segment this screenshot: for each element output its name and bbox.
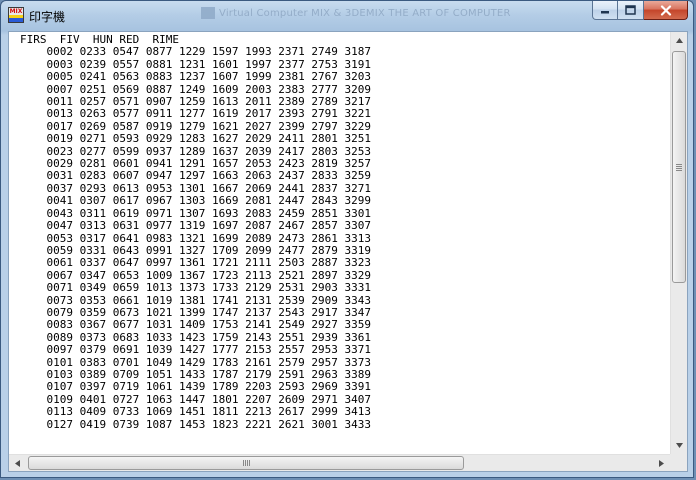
grip-icon [242, 460, 250, 466]
grip-icon [676, 163, 682, 171]
output-line: 0019 0271 0593 0929 1283 1627 2029 2411 … [20, 132, 371, 146]
scroll-up-button[interactable] [671, 32, 687, 49]
output-line: 0013 0263 0577 0911 1277 1619 2017 2393 … [20, 107, 371, 121]
scroll-left-arrow-icon [15, 460, 20, 467]
maximize-icon [625, 5, 636, 15]
title-bar[interactable]: Virtual Computer MIX & 3DEMIX THE ART OF… [1, 1, 693, 31]
scroll-down-arrow-icon [676, 443, 683, 448]
window-title: 印字機 [29, 10, 66, 24]
maximize-button[interactable] [618, 1, 644, 20]
vertical-scroll-thumb[interactable] [672, 51, 686, 283]
output-line: 0061 0337 0647 0997 1361 1721 2111 2503 … [20, 256, 371, 270]
printer-output-panel: FIRS FIV HUN RED RIME 0002 0233 0547 087… [8, 31, 688, 472]
output-text-area[interactable]: FIRS FIV HUN RED RIME 0002 0233 0547 087… [9, 32, 670, 454]
scroll-down-button[interactable] [671, 437, 687, 454]
scroll-right-arrow-icon [659, 460, 664, 467]
output-line: 0107 0397 0719 1061 1439 1789 2203 2593 … [20, 380, 371, 394]
output-listing: FIRS FIV HUN RED RIME 0002 0233 0547 087… [9, 32, 670, 431]
caption-buttons [592, 1, 688, 20]
output-line: 0127 0419 0739 1087 1453 1823 2221 2621 … [20, 417, 371, 431]
scroll-left-button[interactable] [9, 455, 26, 471]
scrollbar-corner [670, 454, 687, 471]
output-line: 0041 0307 0617 0967 1303 1669 2081 2447 … [20, 194, 371, 208]
vertical-scrollbar[interactable] [670, 32, 687, 454]
output-line: 0113 0409 0733 1069 1451 1811 2213 2617 … [20, 405, 371, 419]
scroll-right-button[interactable] [653, 455, 670, 471]
printer-window: Virtual Computer MIX & 3DEMIX THE ART OF… [0, 0, 694, 478]
app-icon[interactable]: MIX [8, 7, 24, 23]
close-icon [660, 4, 671, 16]
output-line: 0097 0379 0691 1039 1427 1777 2153 2557 … [20, 343, 371, 357]
background-app-icon [201, 7, 215, 19]
horizontal-scroll-thumb[interactable] [28, 456, 464, 470]
scroll-up-arrow-icon [676, 38, 683, 43]
output-line: 0071 0349 0659 1013 1373 1733 2129 2531 … [20, 281, 371, 295]
horizontal-scrollbar[interactable] [9, 454, 670, 471]
minimize-button[interactable] [592, 1, 618, 20]
output-line: 0083 0367 0677 1031 1409 1753 2141 2549 … [20, 318, 371, 332]
background-window-title-ghost: Virtual Computer MIX & 3DEMIX THE ART OF… [201, 7, 511, 19]
output-line: 0031 0283 0607 0947 1297 1663 2063 2437 … [20, 169, 371, 183]
close-button[interactable] [644, 1, 688, 20]
output-line: 0005 0241 0563 0883 1237 1607 1999 2381 … [20, 70, 371, 84]
output-line: 0002 0233 0547 0877 1229 1597 1993 2371 … [20, 45, 371, 59]
minimize-icon [601, 11, 609, 14]
output-line: 0047 0313 0631 0977 1319 1697 2087 2467 … [20, 219, 371, 233]
